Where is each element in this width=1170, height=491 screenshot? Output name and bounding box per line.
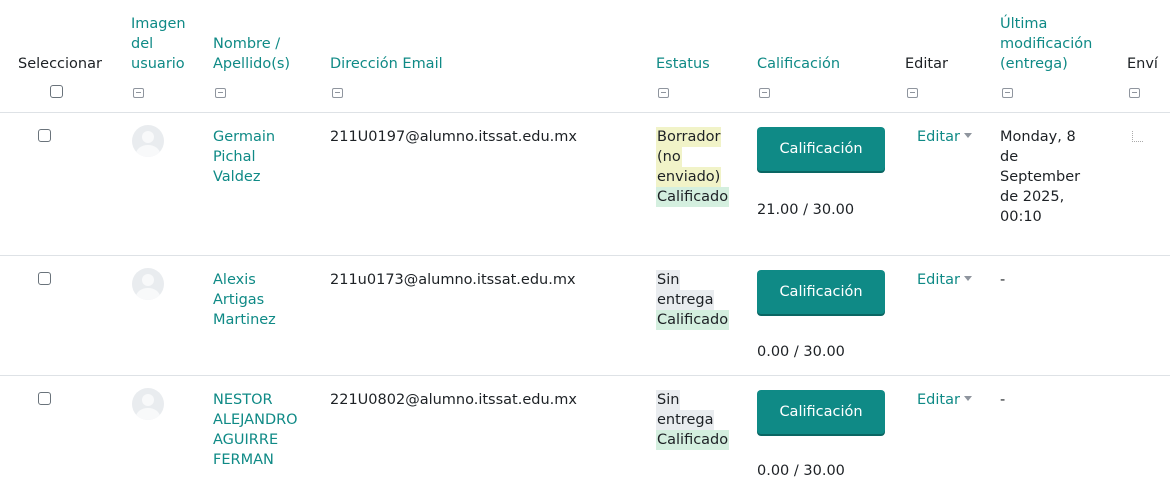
edit-menu-label[interactable]: Editar xyxy=(917,272,960,288)
status-graded: Calificado xyxy=(656,310,730,330)
header-image[interactable]: Imagen del usuario xyxy=(131,0,211,112)
row-select-checkbox[interactable] xyxy=(38,392,51,405)
header-divider xyxy=(0,112,1170,113)
user-name-link[interactable]: NESTOR ALEJANDRO AGUIRRE FERMAN xyxy=(213,390,313,470)
status-draft: Borrador xyxy=(656,127,722,147)
row-divider xyxy=(0,255,1170,256)
edit-menu-label[interactable]: Editar xyxy=(917,392,960,408)
user-avatar[interactable] xyxy=(132,125,164,157)
header-email-label[interactable]: Dirección Email xyxy=(330,54,443,74)
row-select-checkbox[interactable] xyxy=(38,272,51,285)
chevron-down-icon[interactable] xyxy=(963,396,972,401)
header-modified[interactable]: Última modificación (entrega) xyxy=(1000,0,1120,112)
edit-menu-label[interactable]: Editar xyxy=(917,129,960,145)
status-no-submission: Sin xyxy=(656,390,681,410)
header-status-label[interactable]: Estatus xyxy=(656,54,710,74)
header-name[interactable]: Nombre / Apellido(s) xyxy=(213,0,313,112)
edit-menu[interactable]: Editar xyxy=(917,390,972,410)
status-no-submission: entrega xyxy=(656,290,715,310)
header-edit-label: Editar xyxy=(905,56,948,72)
header-modified-label[interactable]: Última modificación (entrega) xyxy=(1000,14,1115,74)
header-status[interactable]: Estatus xyxy=(656,0,746,112)
row-select-checkbox[interactable] xyxy=(38,129,51,142)
header-email[interactable]: Dirección Email xyxy=(330,0,630,112)
user-email: 221U0802@alumno.itssat.edu.mx xyxy=(330,392,577,408)
edit-menu[interactable]: Editar xyxy=(917,127,972,147)
chevron-down-icon[interactable] xyxy=(963,133,972,138)
header-edit: Editar xyxy=(905,0,975,112)
status-graded: Calificado xyxy=(656,187,730,207)
collapse-column-icon[interactable] xyxy=(907,88,918,98)
submission-tree-icon xyxy=(1132,131,1143,142)
status-no-submission: entrega xyxy=(656,410,715,430)
row-divider xyxy=(0,375,1170,376)
status-draft: (no xyxy=(656,147,682,167)
status-cell: Sin entrega Calificado xyxy=(656,390,730,450)
user-avatar[interactable] xyxy=(132,268,164,300)
last-modified: - xyxy=(1000,392,1006,408)
chevron-down-icon[interactable] xyxy=(963,276,972,281)
header-name-label[interactable]: Nombre / Apellido(s) xyxy=(213,34,308,74)
user-name-link[interactable]: Alexis Artigas Martinez xyxy=(213,270,295,330)
status-graded: Calificado xyxy=(656,430,730,450)
grade-value: 21.00 / 30.00 xyxy=(757,202,855,218)
user-email: 211U0197@alumno.itssat.edu.mx xyxy=(330,129,577,145)
grade-value: 0.00 / 30.00 xyxy=(757,463,845,479)
header-grade-label[interactable]: Calificación xyxy=(757,54,840,74)
status-cell: Borrador (no enviado) Calificado xyxy=(656,127,730,207)
header-image-label[interactable]: Imagen del usuario xyxy=(131,14,201,74)
header-submission-label: Enví xyxy=(1127,56,1158,72)
status-cell: Sin entrega Calificado xyxy=(656,270,730,330)
user-avatar[interactable] xyxy=(132,388,164,420)
header-submission: Enví xyxy=(1127,0,1170,112)
status-draft: enviado) xyxy=(656,167,722,187)
header-select-label: Seleccionar xyxy=(18,56,102,72)
collapse-column-icon[interactable] xyxy=(1002,88,1013,98)
collapse-column-icon[interactable] xyxy=(1129,88,1140,98)
user-email: 211u0173@alumno.itssat.edu.mx xyxy=(330,272,576,288)
last-modified: - xyxy=(1000,272,1006,288)
grade-button[interactable]: Calificación xyxy=(757,127,885,171)
collapse-column-icon[interactable] xyxy=(215,88,226,98)
collapse-column-icon[interactable] xyxy=(759,88,770,98)
edit-menu[interactable]: Editar xyxy=(917,270,972,290)
grade-button[interactable]: Calificación xyxy=(757,270,885,314)
collapse-column-icon[interactable] xyxy=(332,88,343,98)
status-no-submission: Sin xyxy=(656,270,681,290)
last-modified: Monday, 8 de September de 2025, 00:10 xyxy=(1000,129,1081,225)
header-select: Seleccionar xyxy=(18,0,130,112)
grade-button[interactable]: Calificación xyxy=(757,390,885,434)
user-name-link[interactable]: Germain Pichal Valdez xyxy=(213,127,295,187)
grade-value: 0.00 / 30.00 xyxy=(757,344,845,360)
collapse-column-icon[interactable] xyxy=(133,88,144,98)
select-all-checkbox[interactable] xyxy=(50,85,63,98)
collapse-column-icon[interactable] xyxy=(658,88,669,98)
header-grade[interactable]: Calificación xyxy=(757,0,897,112)
